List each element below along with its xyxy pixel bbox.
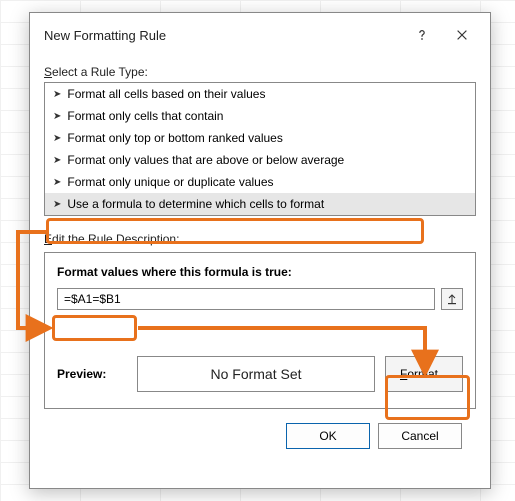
rule-type-label: Format only unique or duplicate values [67,175,273,189]
select-rule-type-label: Select a Rule Type: [44,65,476,79]
edit-rule-description-label: Edit the Rule Description: [44,232,476,246]
preview-box: No Format Set [137,356,375,392]
dialog-title: New Formatting Rule [44,28,402,43]
bullet-icon: ➤ [53,177,61,188]
ok-button[interactable]: OK [286,423,370,449]
format-button[interactable]: Format... [385,356,463,392]
rule-type-item[interactable]: ➤ Format only unique or duplicate values [45,171,475,193]
bullet-icon: ➤ [53,155,61,166]
collapse-dialog-button[interactable] [441,288,463,310]
rule-type-item[interactable]: ➤ Format only cells that contain [45,105,475,127]
rule-type-item[interactable]: ➤ Format only values that are above or be… [45,149,475,171]
rule-type-item[interactable]: ➤ Format only top or bottom ranked values [45,127,475,149]
preview-label: Preview: [57,367,127,381]
format-values-label: Format values where this formula is true… [57,265,463,279]
rule-description-panel: Format values where this formula is true… [44,252,476,409]
rule-type-label: Format only values that are above or bel… [67,153,344,167]
rule-type-item[interactable]: ➤ Use a formula to determine which cells … [45,193,475,215]
close-button[interactable] [442,23,482,47]
cancel-button[interactable]: Cancel [378,423,462,449]
help-button[interactable] [402,23,442,47]
bullet-icon: ➤ [53,111,61,122]
rule-type-label: Use a formula to determine which cells t… [67,197,324,211]
dialog-titlebar: New Formatting Rule [30,13,490,57]
help-icon [415,28,429,42]
close-icon [455,28,469,42]
bullet-icon: ➤ [53,199,61,210]
rule-type-label: Format only top or bottom ranked values [67,131,282,145]
bullet-icon: ➤ [53,133,61,144]
rule-type-list[interactable]: ➤Format all cells based on their values➤… [44,82,476,216]
formula-input[interactable] [57,288,435,310]
new-formatting-rule-dialog: New Formatting Rule Select a Rule Type: … [29,12,491,489]
rule-type-item[interactable]: ➤ Format all cells based on their values [45,83,475,105]
rule-type-label: Format all cells based on their values [67,87,265,101]
range-select-icon [446,293,458,305]
bullet-icon: ➤ [53,89,61,100]
rule-type-label: Format only cells that contain [67,109,223,123]
